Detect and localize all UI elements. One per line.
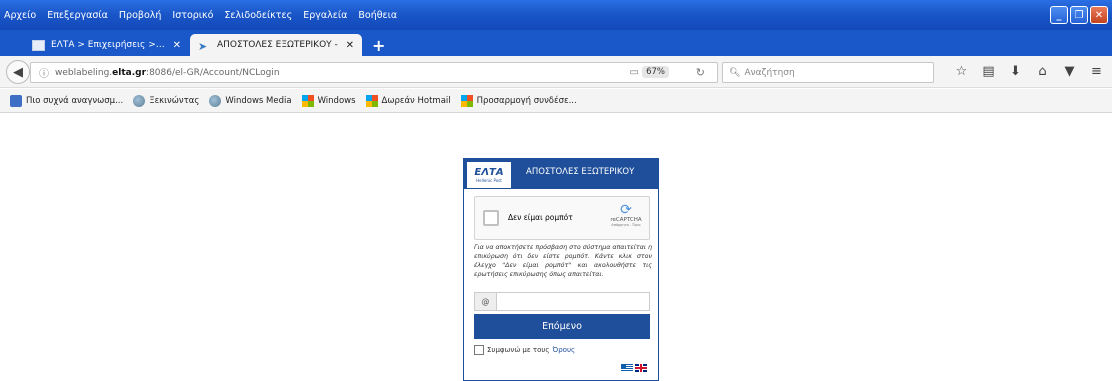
bookmark-label: Windows <box>317 95 356 106</box>
home-icon[interactable]: ⌂ <box>1029 64 1056 79</box>
reload-icon[interactable]: ↻ <box>696 66 705 79</box>
card-header: ΕΛΤΑ Hellenic Post ΑΠΟΣΤΟΛΕΣ ΕΞΩΤΕΡΙΚΟΥ <box>464 159 658 189</box>
terms-checkbox[interactable] <box>474 345 484 355</box>
uk-flag-icon[interactable] <box>635 364 647 372</box>
page-title: ΑΠΟΣΤΟΛΕΣ ΕΞΩΤΕΡΙΚΟΥ <box>526 167 635 177</box>
menu-bar: Αρχείο Επεξεργασία Προβολή Ιστορικό Σελι… <box>0 0 1112 30</box>
search-placeholder: Αναζήτηση <box>744 67 795 78</box>
next-button[interactable]: Επόμενο <box>474 314 650 339</box>
nav-bar: ◀ ⓘ weblabeling.elta.gr:8086/el-GR/Accou… <box>0 56 1112 88</box>
tab-elta-business[interactable]: ΕΛΤΑ > Επιχειρήσεις > Αλληλ... ✕ <box>24 34 189 56</box>
window-controls: _ ❐ ✕ <box>1050 6 1108 24</box>
close-icon[interactable]: ✕ <box>346 40 354 51</box>
reader-view-icon[interactable]: ▭ <box>630 67 639 78</box>
captcha-instructions: Για να αποκτήσετε πρόσβαση στο σύστημα α… <box>474 244 652 278</box>
star-icon[interactable]: ☆ <box>948 64 975 79</box>
arrow-left-icon: ◀ <box>13 64 23 80</box>
tab-label: ΑΠΟΣΤΟΛΕΣ ΕΞΩΤΕΡΙΚΟΥ - <box>217 40 338 50</box>
plane-icon: ➤ <box>198 39 208 53</box>
plus-icon[interactable]: + <box>372 36 385 55</box>
language-switcher <box>621 364 647 372</box>
pocket-icon[interactable]: ▼ <box>1056 64 1083 79</box>
page-icon <box>32 39 45 51</box>
menu-history[interactable]: Ιστορικό <box>172 10 213 21</box>
bookmark-windows[interactable]: Windows <box>301 94 356 107</box>
tab-label: ΕΛΤΑ > Επιχειρήσεις > Αλληλ... <box>51 40 167 50</box>
windows-icon <box>460 94 473 107</box>
recaptcha-checkbox[interactable] <box>483 210 499 226</box>
menu-help[interactable]: Βοήθεια <box>358 10 397 21</box>
menu-bookmarks[interactable]: Σελιδοδείκτες <box>224 10 292 21</box>
terms-text: Συμφωνώ με τους <box>487 346 550 354</box>
bookmarks-bar: Πιο συχνά αναγνωσμ... Ξεκινώντας Windows… <box>0 89 1112 113</box>
info-icon[interactable]: ⓘ <box>39 65 49 80</box>
clipboard-icon[interactable]: ▤ <box>975 64 1002 79</box>
elta-logo: ΕΛΤΑ Hellenic Post <box>467 162 511 188</box>
email-field: @ <box>474 292 650 311</box>
zoom-level[interactable]: 67% <box>642 66 669 78</box>
url-text: weblabeling.elta.gr:8086/el-GR/Account/N… <box>55 67 280 78</box>
greek-flag-icon[interactable] <box>621 364 633 372</box>
email-input[interactable] <box>497 293 649 310</box>
search-icon: 🔍︎ <box>729 67 741 78</box>
minimize-icon[interactable]: _ <box>1050 6 1068 24</box>
bookmark-label: Δωρεάν Hotmail <box>381 95 451 106</box>
recaptcha-logo: ⟳ reCAPTCHA Απόρρητο - Όροι <box>610 202 642 227</box>
terms-link[interactable]: Όρους <box>553 346 576 354</box>
bookmark-most-visited[interactable]: Πιο συχνά αναγνωσμ... <box>10 94 124 107</box>
restore-icon[interactable]: ❐ <box>1070 6 1088 24</box>
terms-row: Συμφωνώ με τους Όρους <box>474 345 575 355</box>
search-icon <box>10 94 22 107</box>
search-input[interactable]: 🔍︎ Αναζήτηση <box>722 62 934 83</box>
at-icon: @ <box>475 293 497 310</box>
bookmark-hotmail[interactable]: Δωρεάν Hotmail <box>365 94 451 107</box>
back-button[interactable]: ◀ <box>6 60 30 84</box>
hamburger-menu-icon[interactable]: ≡ <box>1083 64 1110 79</box>
login-card: ΕΛΤΑ Hellenic Post ΑΠΟΣΤΟΛΕΣ ΕΞΩΤΕΡΙΚΟΥ … <box>463 158 659 381</box>
menu-view[interactable]: Προβολή <box>119 10 162 21</box>
bookmark-label: Προσαρμογή συνδέσε... <box>476 95 577 106</box>
url-bar[interactable]: ⓘ weblabeling.elta.gr:8086/el-GR/Account… <box>30 62 718 83</box>
globe-icon <box>209 94 222 107</box>
download-icon[interactable]: ⬇ <box>1002 64 1029 79</box>
windows-icon <box>301 94 314 107</box>
close-icon[interactable]: ✕ <box>1090 6 1108 24</box>
bookmark-label: Windows Media <box>225 95 292 106</box>
windows-icon <box>365 94 378 107</box>
bookmark-label: Ξεκινώντας <box>149 95 200 106</box>
menu-tools[interactable]: Εργαλεία <box>303 10 347 21</box>
recaptcha-icon: ⟳ <box>620 202 632 218</box>
bookmark-windows-media[interactable]: Windows Media <box>209 94 292 107</box>
globe-icon <box>133 94 146 107</box>
bookmark-label: Πιο συχνά αναγνωσμ... <box>26 95 124 106</box>
bookmark-getting-started[interactable]: Ξεκινώντας <box>133 94 200 107</box>
menu-edit[interactable]: Επεξεργασία <box>47 10 108 21</box>
tab-international-shipments[interactable]: ➤ ΑΠΟΣΤΟΛΕΣ ΕΞΩΤΕΡΙΚΟΥ - ✕ <box>190 34 362 56</box>
tab-strip: ΕΛΤΑ > Επιχειρήσεις > Αλληλ... ✕ ➤ ΑΠΟΣΤ… <box>0 30 1112 56</box>
recaptcha-widget: Δεν είμαι ρομπότ ⟳ reCAPTCHA Απόρρητο - … <box>474 196 650 240</box>
bookmark-customize-links[interactable]: Προσαρμογή συνδέσε... <box>460 94 577 107</box>
recaptcha-label: Δεν είμαι ρομπότ <box>508 213 573 222</box>
toolbar-icons: ☆ ▤ ⬇ ⌂ ▼ ≡ <box>948 64 1110 79</box>
close-icon[interactable]: ✕ <box>173 40 181 51</box>
menu-file[interactable]: Αρχείο <box>4 10 36 21</box>
